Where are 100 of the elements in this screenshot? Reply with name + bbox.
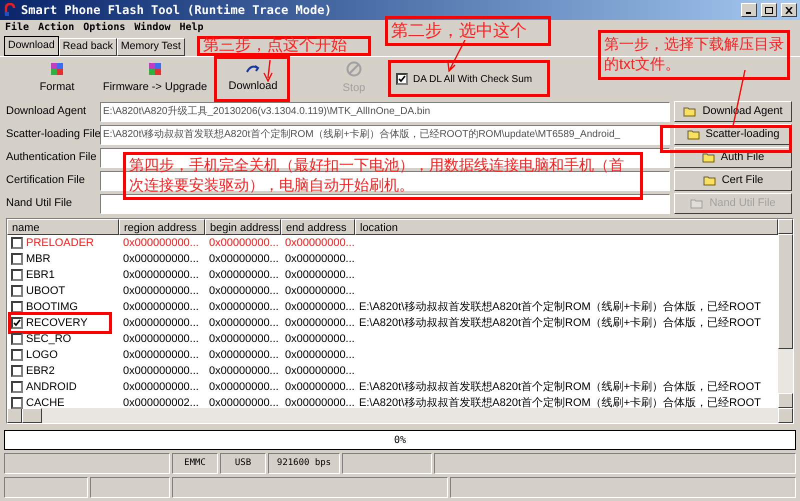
- table-cell-text: 0x00000000...: [208, 364, 280, 379]
- partition-name: LOGO: [26, 348, 58, 363]
- checkbox[interactable]: [11, 237, 23, 249]
- table-cell-text: 0x00000000...: [284, 284, 355, 299]
- menu-item[interactable]: Action: [38, 22, 74, 34]
- table-cell-text: 0x00000000...: [208, 300, 280, 315]
- colored-squares-icon: [148, 62, 162, 76]
- menu-item[interactable]: File: [5, 22, 30, 34]
- checkbox[interactable]: [11, 349, 23, 361]
- tab[interactable]: Memory Test: [116, 38, 185, 56]
- toolbar-button[interactable]: Firmware -> Upgrade: [100, 59, 210, 99]
- checkbox[interactable]: [11, 269, 23, 281]
- partition-name: ANDROID: [26, 380, 77, 395]
- partition-name: EBR1: [26, 268, 55, 283]
- partition-name: UBOOT: [26, 284, 66, 299]
- colored-squares-icon: [50, 62, 64, 76]
- checkbox[interactable]: [11, 285, 23, 297]
- partition-name: CACHE: [26, 396, 65, 411]
- table-cell-text: 0x000000000...: [122, 268, 200, 283]
- annotation-tooltip: 第三步，点这个开始: [197, 36, 371, 56]
- window-title: Smart Phone Flash Tool (Runtime Trace Mode): [21, 2, 332, 19]
- menu-item[interactable]: Options: [83, 22, 126, 34]
- table-cell-text: E:\A820t\移动叔叔首发联想A820t首个定制ROM（线刷+卡刷）合体版，已经ROOT: [358, 316, 762, 331]
- tab[interactable]: Read back: [58, 38, 117, 56]
- table-cell-text: 0x00000000...: [284, 252, 355, 267]
- column-header[interactable]: region address: [119, 219, 205, 235]
- table-cell-text: 0x000000000...: [122, 252, 200, 267]
- minimize-button[interactable]: [741, 3, 757, 17]
- table-cell-text: 0x00000000...: [284, 364, 355, 379]
- table-cell-text: 0x00000000...: [284, 300, 355, 315]
- table-cell-text: 0x000000000...: [122, 332, 200, 347]
- table-cell-text: E:\A820t\移动叔叔首发联想A820t首个定制ROM（线刷+卡刷）合体版，已经ROOT: [358, 396, 762, 411]
- close-icon: [785, 6, 793, 14]
- table-cell-text: E:\A820t\移动叔叔首发联想A820t首个定制ROM（线刷+卡刷）合体版，已经ROOT: [358, 300, 762, 315]
- status-cell: EMMC: [172, 453, 218, 474]
- partition-name: EBR2: [26, 364, 55, 379]
- path-field[interactable]: E:\A820t\A820升级工具_20130206(v3.1304.0.119)\MTK_AllInOne_DA.bin: [100, 102, 670, 122]
- table-cell-text: 0x00000000...: [208, 380, 280, 395]
- table-cell-text: E:\A820t\移动叔叔首发联想A820t首个定制ROM（线刷+卡刷）合体版，已经ROOT: [358, 380, 762, 395]
- column-header[interactable]: location: [355, 219, 778, 235]
- folder-icon: [702, 152, 716, 163]
- table-cell-text: 0x00000000...: [284, 316, 355, 331]
- table-cell-text: 0x000000000...: [122, 348, 200, 363]
- menu-item[interactable]: Window: [134, 22, 170, 34]
- checkbox[interactable]: [11, 317, 23, 329]
- table-cell-text: 0x00000000...: [208, 252, 280, 267]
- column-header[interactable]: end address: [281, 219, 355, 235]
- folder-icon: [702, 175, 717, 186]
- partition-name: RECOVERY: [26, 316, 88, 331]
- arrow: [262, 60, 274, 82]
- file-button[interactable]: Cert File: [674, 170, 792, 191]
- app-icon: [3, 3, 17, 17]
- checkbox[interactable]: [11, 333, 23, 345]
- field-label: Nand Util File: [6, 196, 74, 212]
- table-cell-text: 0x00000000...: [284, 380, 355, 395]
- table-cell-text: 0x000000000...: [122, 316, 200, 331]
- checkbox-label: DA DL All With Check Sum: [413, 72, 532, 86]
- horizontal-scrollbar[interactable]: [7, 408, 793, 423]
- toolbar-button[interactable]: Format: [22, 59, 92, 99]
- menu-item[interactable]: Help: [180, 22, 204, 34]
- folder-icon: [683, 106, 698, 117]
- table-cell-text: 0x000000000...: [122, 284, 200, 299]
- table-cell-text: 0x00000000...: [208, 236, 280, 251]
- progress-text: 0%: [394, 434, 406, 448]
- checkbox[interactable]: [11, 381, 23, 393]
- folder-icon: [686, 129, 700, 140]
- table-cell-text: 0x000000000...: [122, 380, 200, 395]
- status-cell: 921600 bps: [268, 453, 340, 474]
- table-cell-text: 0x00000000...: [208, 284, 280, 299]
- close-button[interactable]: [781, 3, 797, 17]
- checkbox[interactable]: [11, 301, 23, 313]
- column-header[interactable]: name: [7, 219, 119, 235]
- annotation-tooltip: 第二步，选中这个: [385, 16, 551, 46]
- field-label: Download Agent: [6, 104, 88, 120]
- annotation-tooltip: 第一步，选择下载解压目录的txt文件。: [598, 30, 790, 80]
- maximize-button[interactable]: [761, 3, 777, 17]
- checkmark-icon: [398, 75, 406, 83]
- table-cell-text: 0x00000000...: [208, 268, 280, 283]
- table-cell-text: 0x00000000...: [208, 348, 280, 363]
- table-cell-text: 0x00000000...: [284, 348, 355, 363]
- column-header[interactable]: begin address: [205, 219, 281, 235]
- checkbox[interactable]: [11, 365, 23, 377]
- checkbox[interactable]: [396, 73, 408, 85]
- path-field[interactable]: E:\A820t\移动叔叔首发联想A820t首个定制ROM（线刷+卡刷）合体版，已经ROOT的ROM\update\MT6589_Android_: [100, 124, 670, 144]
- table-cell-text: 0x00000000...: [284, 268, 355, 283]
- field-label: Authentication File: [6, 150, 98, 166]
- tab[interactable]: Download: [4, 36, 59, 56]
- file-button[interactable]: Scatter-loading: [674, 124, 792, 145]
- table-cell-text: 0x00000000...: [208, 316, 280, 331]
- partition-name: MBR: [26, 252, 50, 267]
- status-cell: USB: [220, 453, 266, 474]
- table-cell-text: 0x00000000...: [284, 396, 355, 411]
- vertical-scrollbar[interactable]: [778, 219, 793, 408]
- checkbox[interactable]: [11, 397, 23, 409]
- table-cell-text: 0x000000002...: [122, 396, 200, 411]
- table-cell-text: 0x00000000...: [208, 332, 280, 347]
- checkbox[interactable]: [11, 253, 23, 265]
- toolbar-button[interactable]: Download: [220, 59, 286, 99]
- field-label: Certification File: [6, 173, 86, 188]
- curved-arrow-icon: [245, 63, 261, 76]
